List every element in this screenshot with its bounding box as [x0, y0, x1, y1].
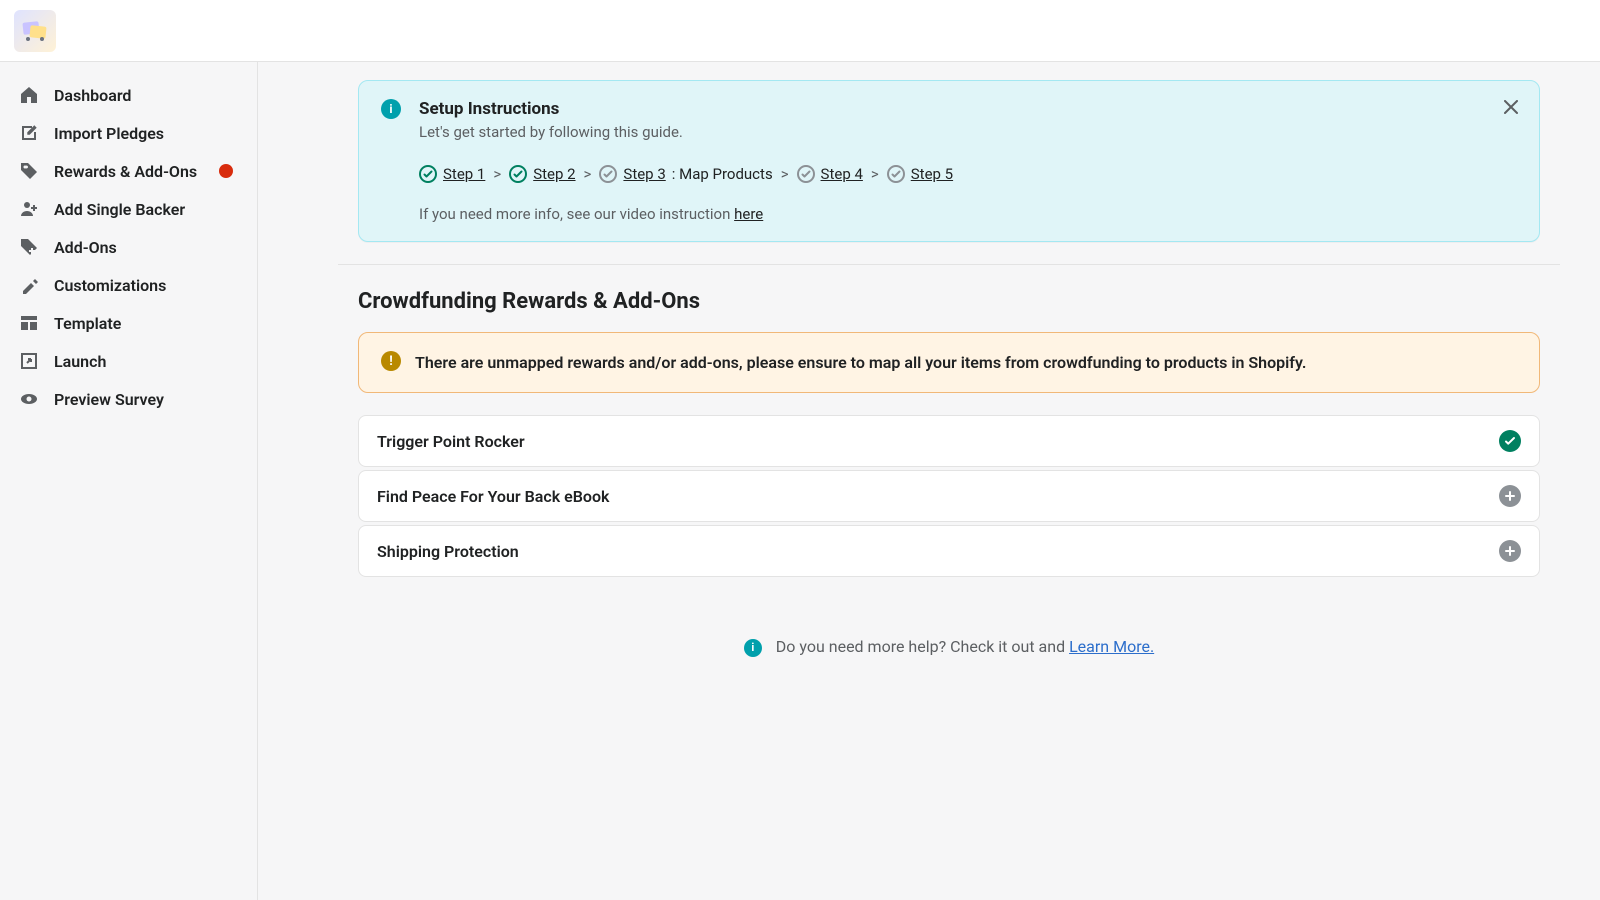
check-circle-outline-icon — [797, 165, 815, 183]
step-separator: > — [491, 165, 503, 183]
sidebar-item-launch[interactable]: Launch — [8, 342, 249, 380]
topbar — [0, 0, 1600, 62]
step-4: Step 4 — [797, 165, 863, 183]
divider — [338, 264, 1560, 265]
video-link[interactable]: here — [734, 205, 763, 223]
sidebar-item-add-single-backer[interactable]: Add Single Backer — [8, 190, 249, 228]
reward-row[interactable]: Trigger Point Rocker — [358, 415, 1540, 467]
step-link[interactable]: Step 3 — [623, 165, 665, 183]
sidebar-item-label: Add Single Backer — [54, 200, 185, 219]
close-icon[interactable] — [1497, 93, 1525, 121]
sidebar-item-label: Add-Ons — [54, 238, 117, 257]
setup-steps: Step 1 > Step 2 > Step 3 : Map Products >… — [419, 165, 1517, 183]
step-1: Step 1 — [419, 165, 485, 183]
alert-badge — [219, 164, 233, 178]
step-link[interactable]: Step 1 — [443, 165, 485, 183]
step-separator: > — [779, 165, 791, 183]
reward-name: Shipping Protection — [377, 542, 519, 561]
plus-circle-icon[interactable] — [1499, 540, 1521, 562]
learn-more-link[interactable]: Learn More. — [1069, 637, 1154, 656]
warning-text: There are unmapped rewards and/or add-on… — [415, 351, 1306, 374]
info-icon: i — [744, 639, 762, 657]
step-link[interactable]: Step 4 — [821, 165, 863, 183]
tag-icon — [18, 160, 40, 182]
setup-subtitle: Let's get started by following this guid… — [419, 123, 1517, 141]
sidebar-item-import-pledges[interactable]: Import Pledges — [8, 114, 249, 152]
reward-name: Find Peace For Your Back eBook — [377, 487, 609, 506]
template-icon — [18, 312, 40, 334]
step-5: Step 5 — [887, 165, 953, 183]
sidebar-item-template[interactable]: Template — [8, 304, 249, 342]
plus-circle-icon[interactable] — [1499, 485, 1521, 507]
step-3: Step 3 : Map Products — [599, 165, 772, 183]
video-instruction-line: If you need more info, see our video ins… — [419, 205, 1517, 223]
app-logo — [14, 10, 56, 52]
sidebar-item-label: Template — [54, 314, 121, 333]
info-icon: i — [381, 99, 401, 119]
sidebar-item-rewards-add-ons[interactable]: Rewards & Add-Ons — [8, 152, 249, 190]
sidebar: Dashboard Import Pledges Rewards & Add-Ons… — [0, 62, 258, 900]
warning-banner: ! There are unmapped rewards and/or add-… — [358, 332, 1540, 393]
check-circle-icon — [509, 165, 527, 183]
launch-icon — [18, 350, 40, 372]
edit-icon — [18, 122, 40, 144]
sidebar-item-customizations[interactable]: Customizations — [8, 266, 249, 304]
setup-title: Setup Instructions — [419, 99, 1517, 119]
addon-icon — [18, 236, 40, 258]
check-circle-outline-icon — [887, 165, 905, 183]
warning-icon: ! — [381, 351, 401, 371]
check-circle-icon[interactable] — [1499, 430, 1521, 452]
check-circle-icon — [419, 165, 437, 183]
sidebar-item-label: Customizations — [54, 276, 166, 295]
main-content: i Setup Instructions Let's get started b… — [258, 62, 1600, 900]
sidebar-item-dashboard[interactable]: Dashboard — [8, 76, 249, 114]
setup-banner: i Setup Instructions Let's get started b… — [358, 80, 1540, 242]
sidebar-item-label: Dashboard — [54, 86, 131, 105]
reward-row[interactable]: Find Peace For Your Back eBook — [358, 470, 1540, 522]
sidebar-item-label: Rewards & Add-Ons — [54, 162, 197, 181]
user-plus-icon — [18, 198, 40, 220]
step-separator: > — [869, 165, 881, 183]
step-link[interactable]: Step 5 — [911, 165, 953, 183]
video-prefix: If you need more info, see our video ins… — [419, 205, 734, 223]
step-2: Step 2 — [509, 165, 575, 183]
page-title: Crowdfunding Rewards & Add-Ons — [358, 289, 1540, 314]
sidebar-item-preview-survey[interactable]: Preview Survey — [8, 380, 249, 418]
help-line: i Do you need more help? Check it out an… — [358, 637, 1540, 657]
check-circle-outline-icon — [599, 165, 617, 183]
eye-icon — [18, 388, 40, 410]
step-separator: > — [582, 165, 594, 183]
step-suffix: : Map Products — [672, 165, 773, 183]
help-prefix: Do you need more help? Check it out and — [776, 637, 1069, 656]
sidebar-item-label: Launch — [54, 352, 106, 371]
step-link[interactable]: Step 2 — [533, 165, 575, 183]
sidebar-item-label: Preview Survey — [54, 390, 164, 409]
sidebar-item-label: Import Pledges — [54, 124, 164, 143]
paint-icon — [18, 274, 40, 296]
rewards-list: Trigger Point Rocker Find Peace For Your … — [358, 415, 1540, 577]
home-icon — [18, 84, 40, 106]
reward-name: Trigger Point Rocker — [377, 432, 525, 451]
reward-row[interactable]: Shipping Protection — [358, 525, 1540, 577]
sidebar-item-add-ons[interactable]: Add-Ons — [8, 228, 249, 266]
